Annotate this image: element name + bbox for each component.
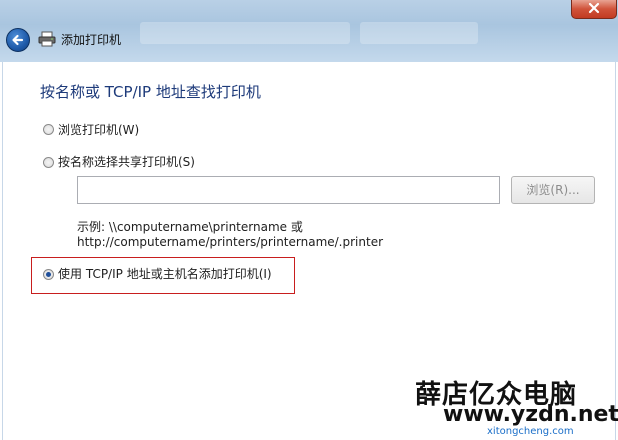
watermark-site: xitongcheng.com: [487, 426, 574, 437]
watermark-url: www.yzdn.net: [443, 402, 618, 427]
window-title: 添加打印机: [61, 33, 122, 47]
browse-button[interactable]: 浏览(R)...: [511, 176, 595, 204]
close-icon: [588, 2, 600, 14]
blurred-search-box: [360, 22, 478, 44]
radio-browse-printer[interactable]: [43, 124, 54, 135]
radio-tcp-ip[interactable]: [43, 269, 54, 280]
share-name-input[interactable]: [77, 176, 500, 204]
watermark: 薛店亿众电脑 www.yzdn.net xitongcheng.com: [413, 372, 618, 440]
blurred-address-bar: [140, 22, 350, 44]
page-heading: 按名称或 TCP/IP 地址查找打印机: [40, 83, 261, 101]
example-text-line2: http://computername/printers/printername…: [77, 235, 384, 249]
back-button[interactable]: [6, 28, 30, 52]
radio-label-tcp-ip[interactable]: 使用 TCP/IP 地址或主机名添加打印机(I): [58, 265, 272, 282]
radio-label-browse-printer[interactable]: 浏览打印机(W): [58, 121, 139, 138]
example-text-line1: 示例: \\computername\printername 或: [77, 220, 303, 234]
back-arrow-icon: [12, 34, 24, 46]
radio-label-select-shared-printer[interactable]: 按名称选择共享打印机(S): [58, 153, 195, 170]
radio-select-shared-printer[interactable]: [43, 157, 54, 168]
close-button[interactable]: [571, 0, 617, 19]
printer-icon: [38, 31, 56, 47]
